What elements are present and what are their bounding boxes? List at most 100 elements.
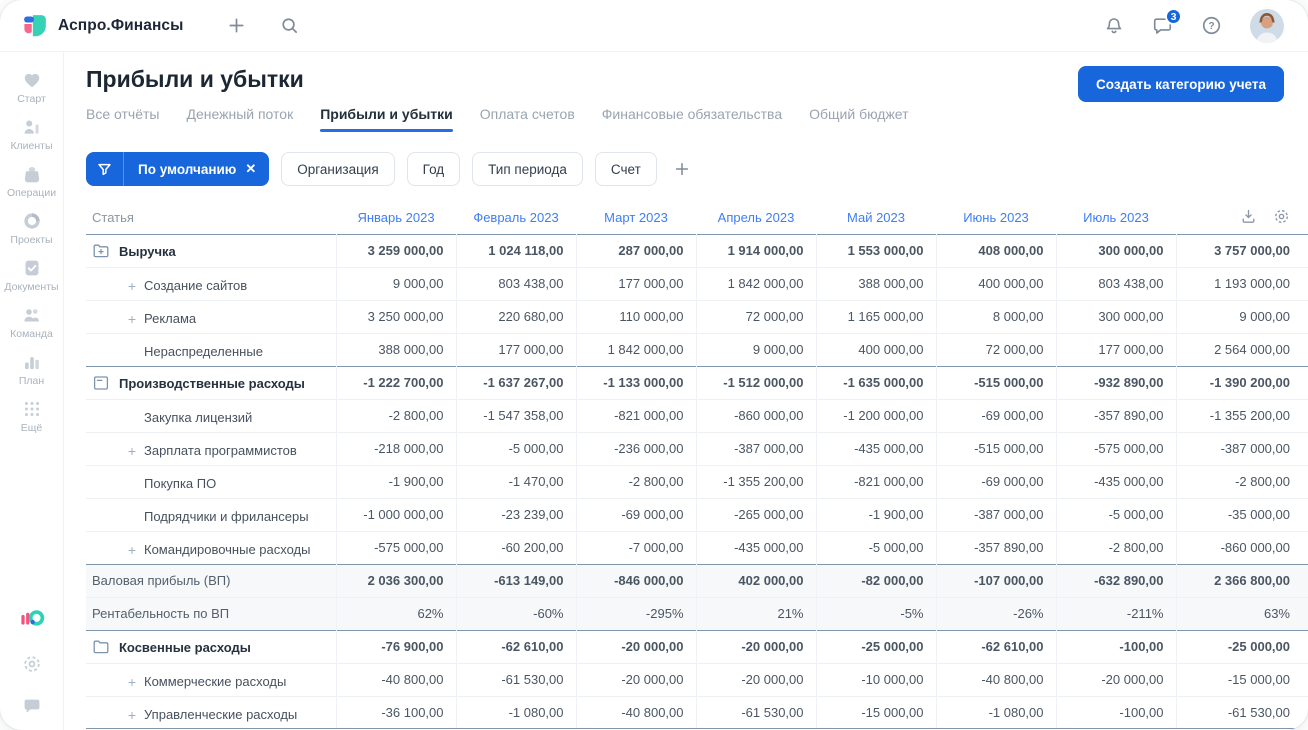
notifications-bell-icon[interactable] [1104, 16, 1124, 36]
cell-value: 9 000,00 [695, 333, 816, 366]
sidebar-item-plan[interactable]: План [0, 346, 63, 393]
cell-value: -40 800,00 [335, 663, 456, 696]
table-row: Нераспределенные 388 000,00 177 000,00 1 84… [86, 333, 1308, 366]
filter-chip-0[interactable]: Организация [281, 152, 395, 186]
folder-plus-icon[interactable] [92, 242, 110, 260]
table-row: Подрядчики и фрилансеры -1 000 000,00 -23 … [86, 498, 1308, 531]
cell-value: -1 080,00 [455, 696, 576, 729]
filter-chip-1[interactable]: Год [406, 152, 461, 186]
cell-value: 1 553 000,00 [815, 234, 936, 267]
cell-value: 1 842 000,00 [575, 333, 696, 366]
sidebar-item-operations[interactable]: Операции [0, 158, 63, 205]
help-icon[interactable]: ? [1201, 15, 1222, 36]
filter-remove-icon[interactable]: ✕ [242, 161, 269, 177]
messages-icon[interactable]: 3 [1152, 8, 1182, 36]
cell-value: -69 000,00 [575, 498, 696, 531]
column-header-month: Февраль 2023 [473, 210, 559, 226]
app-logo-icon[interactable] [19, 606, 45, 632]
settings-icon[interactable] [22, 654, 42, 674]
filter-chip-2[interactable]: Тип периода [472, 152, 583, 186]
cell-value: -236 000,00 [575, 432, 696, 465]
add-button[interactable] [227, 16, 246, 35]
note-minus-icon[interactable] [92, 374, 110, 392]
cell-value: 8 000,00 [935, 300, 1056, 333]
sidebar-item-label: Документы [4, 281, 59, 293]
table-row[interactable]: + Коммерческие расходы -40 800,00 -61 530,0… [86, 663, 1308, 696]
cell-value: -5 000,00 [1055, 498, 1176, 531]
row-label: Управленческие расходы [144, 707, 298, 723]
sidebar-item-clients[interactable]: Клиенты [0, 111, 63, 158]
cell-value: -62 610,00 [455, 630, 576, 663]
cell-value: -61 530,00 [455, 663, 576, 696]
cell-value: 1 024 118,00 [455, 234, 576, 267]
cell-value: 21% [695, 597, 816, 630]
tab-4[interactable]: Финансовые обязательства [602, 106, 782, 132]
sidebar-item-start[interactable]: Старт [0, 64, 63, 111]
download-icon[interactable] [1240, 208, 1257, 225]
filter-chip-3[interactable]: Счет [594, 152, 657, 186]
expand-plus-icon[interactable]: + [120, 707, 144, 723]
search-icon[interactable] [280, 16, 299, 35]
expand-plus-icon[interactable]: + [120, 311, 144, 327]
table-row: Рентабельность по ВП 62% -60% -295% 21% -5% -2… [86, 597, 1308, 630]
table-tools [1176, 202, 1308, 234]
cell-value: -1 222 700,00 [335, 366, 456, 399]
create-category-button[interactable]: Создать категорию учета [1078, 66, 1284, 102]
cell-value: -76 900,00 [335, 630, 456, 663]
cell-value: -515 000,00 [935, 366, 1056, 399]
sidebar-item-more[interactable]: Ещё [0, 393, 63, 440]
cell-value: -1 470,00 [455, 465, 576, 498]
sidebar-item-projects[interactable]: Проекты [0, 205, 63, 252]
cell-value: 177 000,00 [455, 333, 576, 366]
tab-1[interactable]: Денежный поток [186, 106, 293, 132]
expand-plus-icon[interactable]: + [120, 542, 144, 558]
tab-profit-loss[interactable]: Прибыли и убытки [320, 106, 453, 132]
cell-value: -15 000,00 [815, 696, 936, 729]
table-row[interactable]: + Зарплата программистов -218 000,00 -5 000… [86, 432, 1308, 465]
cell-value: -40 800,00 [575, 696, 696, 729]
cell-value: -1 390 200,00 [1175, 366, 1308, 399]
cell-value: 62% [335, 597, 456, 630]
table-row[interactable]: Выручка 3 259 000,00 1 024 118,00 287 000,0… [86, 234, 1308, 267]
cell-value: 2 564 000,00 [1175, 333, 1308, 366]
cell-value: -62 610,00 [935, 630, 1056, 663]
row-label: Реклама [144, 311, 197, 326]
table-row[interactable]: + Создание сайтов 9 000,00 803 438,00 177 00… [86, 267, 1308, 300]
table-row[interactable]: Производственные расходы -1 222 700,00 -1 … [86, 366, 1308, 399]
cell-value: -265 000,00 [695, 498, 816, 531]
row-label: Покупка ПО [144, 476, 217, 492]
expand-plus-icon[interactable]: + [120, 674, 144, 690]
add-filter-button[interactable] [673, 160, 691, 178]
feedback-icon[interactable] [22, 696, 42, 716]
table-row[interactable]: + Командировочные расходы -575 000,00 -60 2… [86, 531, 1308, 564]
table-row[interactable]: + Реклама 3 250 000,00 220 680,00 110 000,00… [86, 300, 1308, 333]
table-row: Закупка лицензий -2 800,00 -1 547 358,00 -8… [86, 399, 1308, 432]
sidebar-item-label: Старт [17, 93, 46, 105]
cell-value: -2 800,00 [575, 465, 696, 498]
cell-value: -1 000 000,00 [335, 498, 456, 531]
tab-0[interactable]: Все отчёты [86, 106, 159, 132]
column-header-article: Статья [92, 210, 134, 226]
filter-default-chip[interactable]: По умолчанию ✕ [86, 152, 270, 186]
expand-plus-icon[interactable]: + [120, 278, 144, 294]
sidebar-item-label: Проекты [10, 234, 53, 246]
row-label: Нераспределенные [144, 344, 263, 360]
cell-value: 9 000,00 [1175, 300, 1308, 333]
brand[interactable]: Аспро.Финансы [22, 13, 183, 39]
cell-value: -36 100,00 [335, 696, 456, 729]
table-row[interactable]: + Управленческие расходы -36 100,00 -1 080,… [86, 696, 1308, 729]
tab-3[interactable]: Оплата счетов [480, 106, 575, 132]
tab-5[interactable]: Общий бюджет [809, 106, 908, 132]
cell-value: -69 000,00 [935, 465, 1056, 498]
main-content: Прибыли и убытки Все отчёты Денежный пото… [64, 52, 1308, 730]
sidebar-item-documents[interactable]: Документы [0, 252, 63, 299]
table-settings-gear-icon[interactable] [1273, 208, 1290, 225]
expand-plus-icon[interactable]: + [120, 443, 144, 459]
table-row[interactable]: Косвенные расходы -76 900,00 -62 610,00 -20… [86, 630, 1308, 663]
cell-value: 287 000,00 [575, 234, 696, 267]
cell-value: 400 000,00 [815, 333, 936, 366]
folder-icon[interactable] [92, 638, 110, 656]
sidebar-item-team[interactable]: Команда [0, 299, 63, 346]
table-header-row: Статья Январь 2023 Февраль 2023 Март 2023 А… [86, 202, 1308, 234]
user-avatar[interactable] [1250, 8, 1284, 43]
